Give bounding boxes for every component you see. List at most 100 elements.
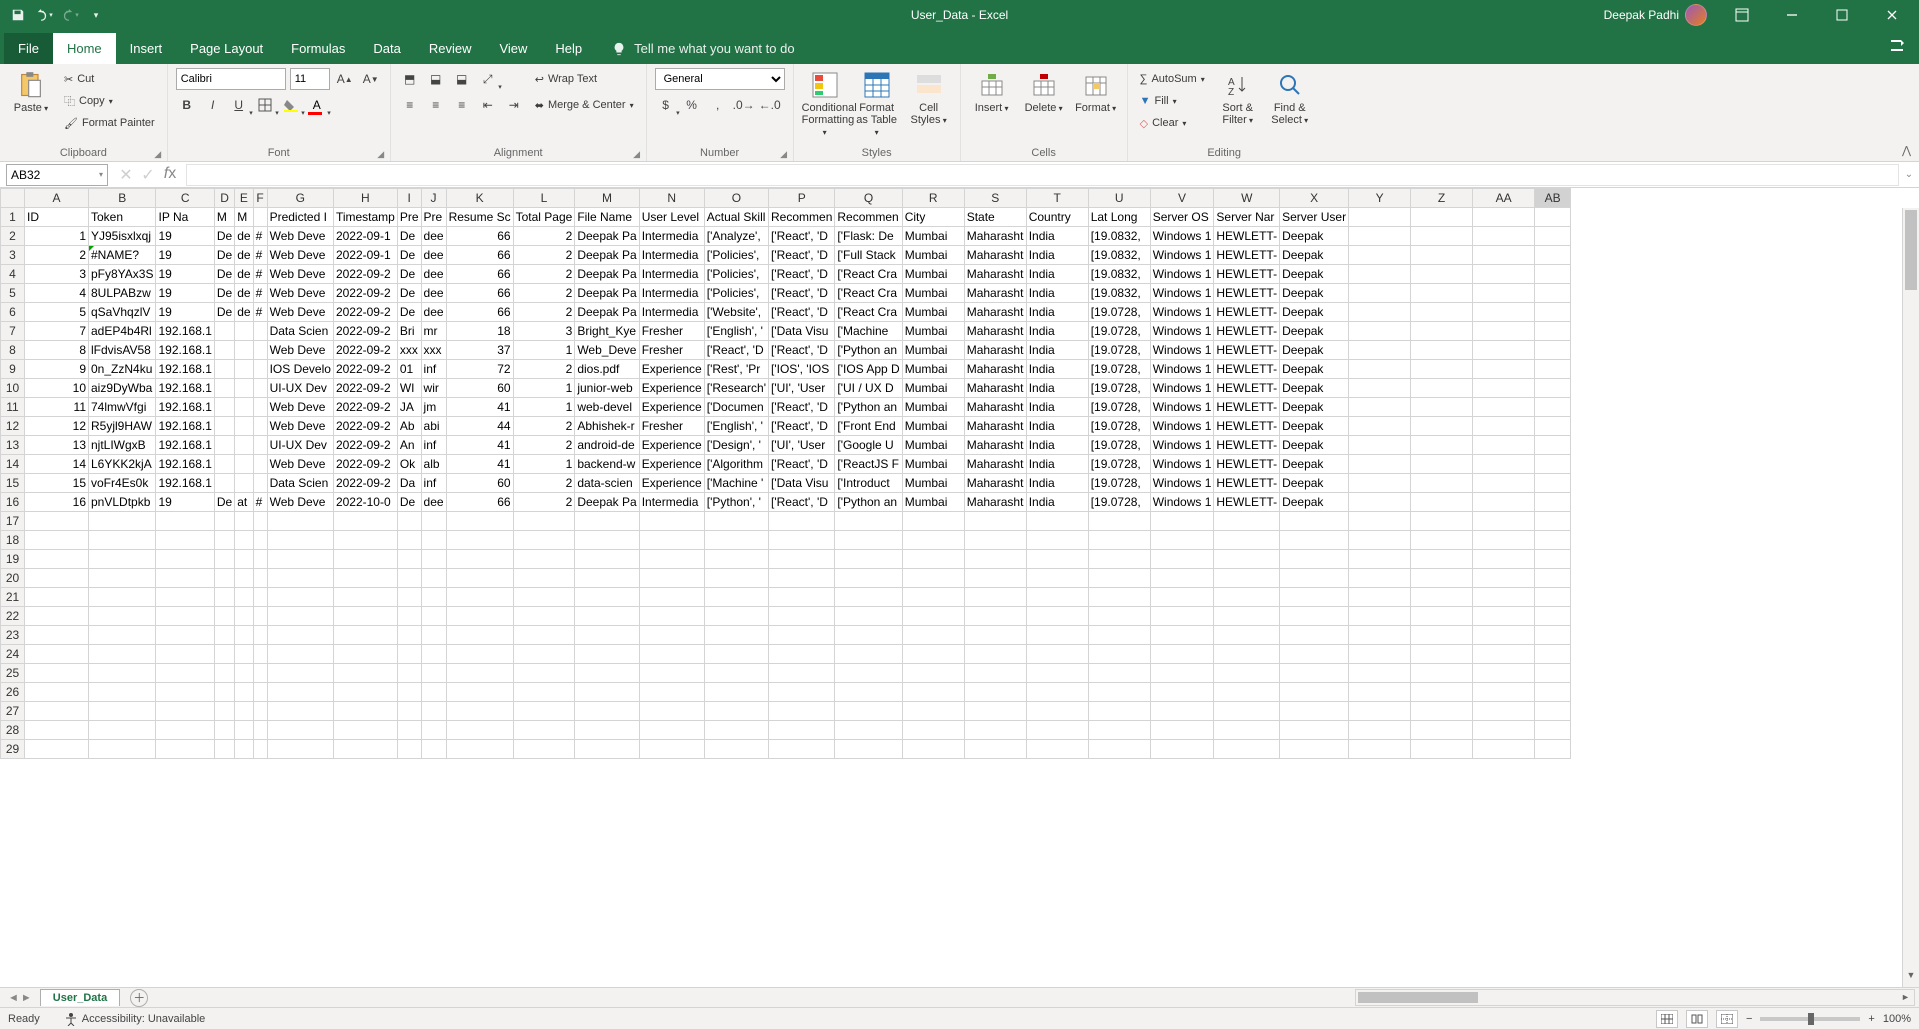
cell[interactable]: 18 bbox=[446, 322, 513, 341]
cell[interactable] bbox=[214, 474, 234, 493]
cell[interactable] bbox=[253, 436, 267, 455]
cell[interactable]: Windows 1 bbox=[1150, 284, 1214, 303]
cell[interactable] bbox=[835, 645, 902, 664]
cell[interactable] bbox=[1349, 436, 1411, 455]
cell[interactable] bbox=[397, 550, 421, 569]
cell[interactable] bbox=[214, 664, 234, 683]
tab-insert[interactable]: Insert bbox=[116, 33, 177, 64]
column-header[interactable]: W bbox=[1214, 189, 1280, 208]
cell[interactable] bbox=[1411, 417, 1473, 436]
cell[interactable] bbox=[253, 379, 267, 398]
cell[interactable] bbox=[704, 721, 768, 740]
cell[interactable] bbox=[267, 588, 333, 607]
cell[interactable]: Maharasht bbox=[964, 341, 1026, 360]
cell[interactable] bbox=[1535, 512, 1571, 531]
cell[interactable] bbox=[1150, 721, 1214, 740]
cell[interactable] bbox=[89, 664, 156, 683]
cell[interactable]: inf bbox=[421, 474, 446, 493]
cell[interactable]: Web Deve bbox=[267, 341, 333, 360]
cell[interactable]: 2022-09-2 bbox=[333, 474, 397, 493]
cell[interactable]: Deepak bbox=[1280, 265, 1349, 284]
cell[interactable] bbox=[253, 550, 267, 569]
cell[interactable]: India bbox=[1026, 322, 1088, 341]
cell[interactable]: ['React', 'D bbox=[769, 341, 835, 360]
cell[interactable] bbox=[25, 683, 89, 702]
comma-format-icon[interactable]: , bbox=[707, 94, 729, 116]
cell[interactable]: 2 bbox=[513, 474, 575, 493]
cell[interactable]: JA bbox=[397, 398, 421, 417]
cell[interactable] bbox=[1349, 569, 1411, 588]
cell[interactable]: Intermedia bbox=[639, 265, 704, 284]
cell[interactable] bbox=[156, 550, 214, 569]
cell[interactable] bbox=[1349, 455, 1411, 474]
cell[interactable]: Deepak bbox=[1280, 417, 1349, 436]
undo-icon[interactable]: ▾ bbox=[32, 3, 56, 27]
tab-view[interactable]: View bbox=[485, 33, 541, 64]
cell[interactable] bbox=[575, 512, 639, 531]
cell[interactable]: ['Python an bbox=[835, 493, 902, 512]
cell[interactable] bbox=[1473, 550, 1535, 569]
cell[interactable] bbox=[421, 626, 446, 645]
cell[interactable]: backend-w bbox=[575, 455, 639, 474]
cell[interactable] bbox=[446, 550, 513, 569]
cell[interactable] bbox=[1411, 740, 1473, 759]
cell[interactable]: ['Flask: De bbox=[835, 227, 902, 246]
cell[interactable]: HEWLETT- bbox=[1214, 284, 1280, 303]
cell[interactable]: adEP4b4Rl bbox=[89, 322, 156, 341]
cell[interactable] bbox=[1535, 398, 1571, 417]
cell[interactable]: ['React', 'D bbox=[769, 265, 835, 284]
cell[interactable]: ['React', 'D bbox=[704, 341, 768, 360]
cell[interactable] bbox=[513, 702, 575, 721]
cell[interactable]: 2022-10-0 bbox=[333, 493, 397, 512]
cell[interactable] bbox=[333, 531, 397, 550]
cell[interactable]: 66 bbox=[446, 227, 513, 246]
cell[interactable] bbox=[1349, 379, 1411, 398]
cell[interactable] bbox=[1088, 664, 1150, 683]
cell[interactable]: Experience bbox=[639, 379, 704, 398]
cell[interactable]: dee bbox=[421, 284, 446, 303]
cell[interactable] bbox=[1214, 702, 1280, 721]
percent-format-icon[interactable]: % bbox=[681, 94, 703, 116]
cell[interactable]: lFdvisAV58 bbox=[89, 341, 156, 360]
cell[interactable]: Windows 1 bbox=[1150, 360, 1214, 379]
column-header[interactable]: T bbox=[1026, 189, 1088, 208]
cell[interactable] bbox=[1411, 607, 1473, 626]
cell[interactable]: 66 bbox=[446, 493, 513, 512]
cell[interactable] bbox=[1473, 702, 1535, 721]
cell[interactable]: ['English', ' bbox=[704, 322, 768, 341]
row-header[interactable]: 10 bbox=[1, 379, 25, 398]
cell[interactable] bbox=[902, 683, 964, 702]
cell[interactable]: Windows 1 bbox=[1150, 398, 1214, 417]
cancel-icon[interactable]: ✕ bbox=[116, 165, 136, 185]
cell[interactable] bbox=[704, 512, 768, 531]
cell[interactable] bbox=[1473, 493, 1535, 512]
cell[interactable]: India bbox=[1026, 455, 1088, 474]
cell[interactable]: 2 bbox=[513, 284, 575, 303]
save-icon[interactable] bbox=[6, 3, 30, 27]
cell[interactable]: 8ULPABzw bbox=[89, 284, 156, 303]
cell[interactable] bbox=[835, 512, 902, 531]
cell[interactable] bbox=[156, 531, 214, 550]
cell[interactable] bbox=[25, 740, 89, 759]
row-header[interactable]: 3 bbox=[1, 246, 25, 265]
cell[interactable] bbox=[1411, 702, 1473, 721]
cell[interactable] bbox=[575, 569, 639, 588]
align-right-icon[interactable]: ≡ bbox=[451, 94, 473, 116]
cell[interactable]: 66 bbox=[446, 284, 513, 303]
cell[interactable]: De bbox=[397, 246, 421, 265]
horizontal-scrollbar[interactable]: ◄ ► bbox=[1355, 989, 1915, 1006]
cell[interactable]: HEWLETT- bbox=[1214, 474, 1280, 493]
cell[interactable] bbox=[1280, 664, 1349, 683]
cell[interactable]: voFr4Es0k bbox=[89, 474, 156, 493]
cell[interactable] bbox=[513, 550, 575, 569]
cell[interactable] bbox=[446, 683, 513, 702]
cell[interactable]: 2 bbox=[25, 246, 89, 265]
cell[interactable]: qSaVhqzlV bbox=[89, 303, 156, 322]
tab-page-layout[interactable]: Page Layout bbox=[176, 33, 277, 64]
cell[interactable] bbox=[769, 626, 835, 645]
cell[interactable]: City bbox=[902, 208, 964, 227]
cell[interactable] bbox=[513, 607, 575, 626]
cell[interactable] bbox=[1411, 493, 1473, 512]
cell[interactable] bbox=[253, 721, 267, 740]
cell[interactable] bbox=[902, 740, 964, 759]
